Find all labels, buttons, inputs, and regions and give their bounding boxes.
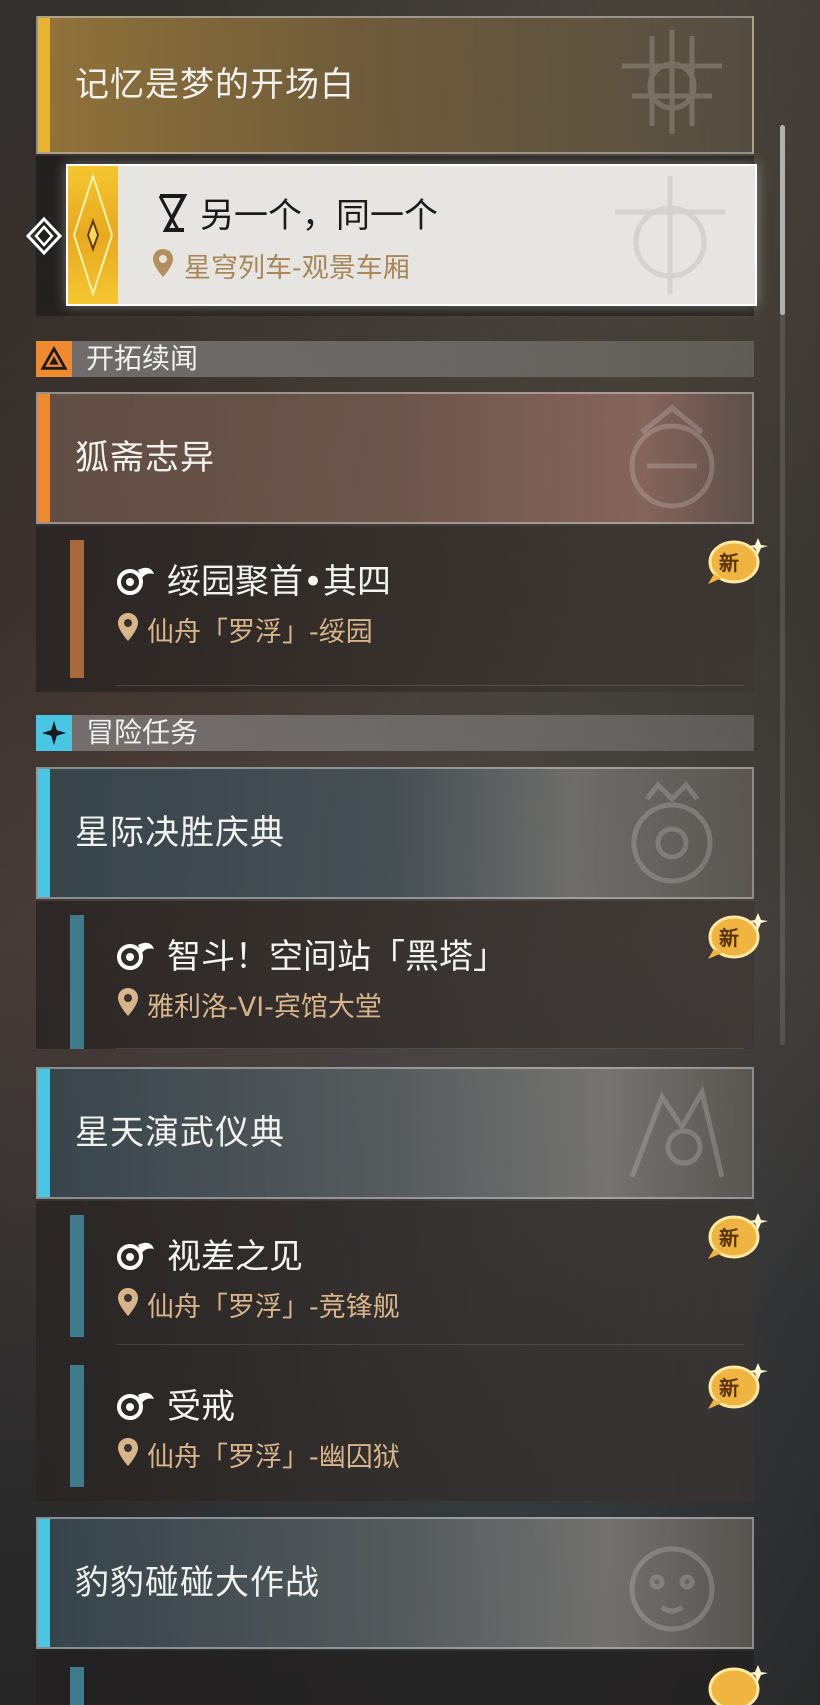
four-point-star-icon <box>36 715 72 751</box>
quest-title: 记忆是梦的开场白 <box>75 65 355 105</box>
sub-quest-title: 绥园聚首•其四 <box>167 562 392 602</box>
section-label: 冒险任务 <box>86 716 199 749</box>
quest-title: 狐斋志异 <box>75 438 215 478</box>
divider <box>116 1344 744 1345</box>
triangle-emblem-icon <box>36 341 72 377</box>
sub-quest-title: 智斗！空间站「黑塔」 <box>167 937 507 977</box>
new-badge-label: 新 <box>719 926 739 950</box>
new-badge-icon <box>704 1661 768 1705</box>
sub-quest-title: 受戒 <box>167 1387 235 1427</box>
quest-type-line <box>70 1667 84 1705</box>
section-header-companion: 开拓续闻 <box>36 341 754 377</box>
map-pin-icon <box>152 248 174 278</box>
main-quest-emblem-icon <box>72 172 114 298</box>
sub-quest-row[interactable]: 视差之见 仙舟「罗浮」-竞锋舰 新 <box>36 1201 768 1351</box>
divider <box>116 1048 744 1049</box>
quest-header-huzhai[interactable]: 狐斋志异 <box>36 392 754 524</box>
quest-type-bar <box>38 1519 50 1647</box>
quest-type-bar <box>38 18 50 152</box>
map-pin-icon <box>117 1437 139 1467</box>
section-label: 开拓续闻 <box>86 342 199 375</box>
hourglass-icon <box>157 193 188 233</box>
quest-type-bar <box>38 1069 50 1197</box>
new-badge-icon: 新 <box>704 534 768 590</box>
new-badge-label: 新 <box>719 551 739 575</box>
quest-title: 星天演武仪典 <box>75 1113 285 1153</box>
quest-title: 豹豹碰碰大作战 <box>75 1563 320 1603</box>
section-header-adventure: 冒险任务 <box>36 715 754 751</box>
sub-quest-location: 仙舟「罗浮」-幽囚狱 <box>147 1442 400 1473</box>
new-badge-label: 新 <box>719 1226 739 1250</box>
crown-emblem-icon <box>602 777 742 889</box>
quest-title: 星际决胜庆典 <box>75 813 285 853</box>
sub-quest-location: 仙舟「罗浮」-竞锋舰 <box>147 1292 400 1323</box>
leopard-emblem-icon <box>602 1527 742 1639</box>
quest-type-bar <box>38 769 50 897</box>
quest-type-line <box>70 1215 84 1337</box>
quest-type-line <box>70 1365 84 1487</box>
sub-quest-location: 雅利洛-VI-宾馆大堂 <box>147 992 382 1023</box>
adventure-quest-icon <box>116 937 156 973</box>
map-pin-icon <box>117 987 139 1017</box>
sub-quest-location: 星穹列车-观景车厢 <box>184 253 410 284</box>
adventure-quest-icon <box>116 1387 156 1423</box>
sub-quest-row[interactable]: 智斗！空间站「黑塔」 雅利洛-VI-宾馆大堂 新 <box>36 901 768 1049</box>
sub-quest-title: 视差之见 <box>167 1237 303 1277</box>
sub-quest-row[interactable]: 绥园聚首•其四 仙舟「罗浮」-绥园 新 <box>36 526 768 692</box>
beast-emblem-icon <box>602 1077 742 1189</box>
sub-quest-location: 仙舟「罗浮」-绥园 <box>147 617 373 648</box>
divider <box>116 685 744 686</box>
faction-emblem-icon <box>602 26 742 138</box>
new-badge-icon: 新 <box>704 1359 768 1415</box>
new-badge-icon: 新 <box>704 1209 768 1265</box>
quest-header-main[interactable]: 记忆是梦的开场白 <box>36 16 754 154</box>
fox-emblem-icon <box>602 402 742 514</box>
new-badge-icon: 新 <box>704 909 768 965</box>
quest-header-martial[interactable]: 星天演武仪典 <box>36 1067 754 1199</box>
quest-type-line <box>70 915 84 1049</box>
quest-header-interstellar[interactable]: 星际决胜庆典 <box>36 767 754 899</box>
sub-quest-title: 另一个，同一个 <box>200 196 438 236</box>
active-sub-quest[interactable]: 另一个，同一个 星穹列车-观景车厢 <box>66 164 757 306</box>
faction-emblem-icon <box>595 172 745 298</box>
adventure-quest-icon <box>116 562 156 598</box>
map-pin-icon <box>117 612 139 642</box>
quest-type-bar <box>38 394 50 522</box>
diamond-tracker-icon <box>24 215 66 257</box>
adventure-quest-icon <box>116 1237 156 1273</box>
map-pin-icon <box>117 1287 139 1317</box>
quest-type-strip <box>68 166 118 304</box>
scrollbar-thumb[interactable] <box>780 125 785 315</box>
sub-quest-row[interactable]: 受戒 仙舟「罗浮」-幽囚狱 新 <box>36 1351 768 1501</box>
quest-header-leopard[interactable]: 豹豹碰碰大作战 <box>36 1517 754 1649</box>
quest-type-line <box>70 540 84 678</box>
new-badge-label: 新 <box>719 1376 739 1400</box>
sub-quest-row-partial[interactable] <box>36 1651 768 1705</box>
